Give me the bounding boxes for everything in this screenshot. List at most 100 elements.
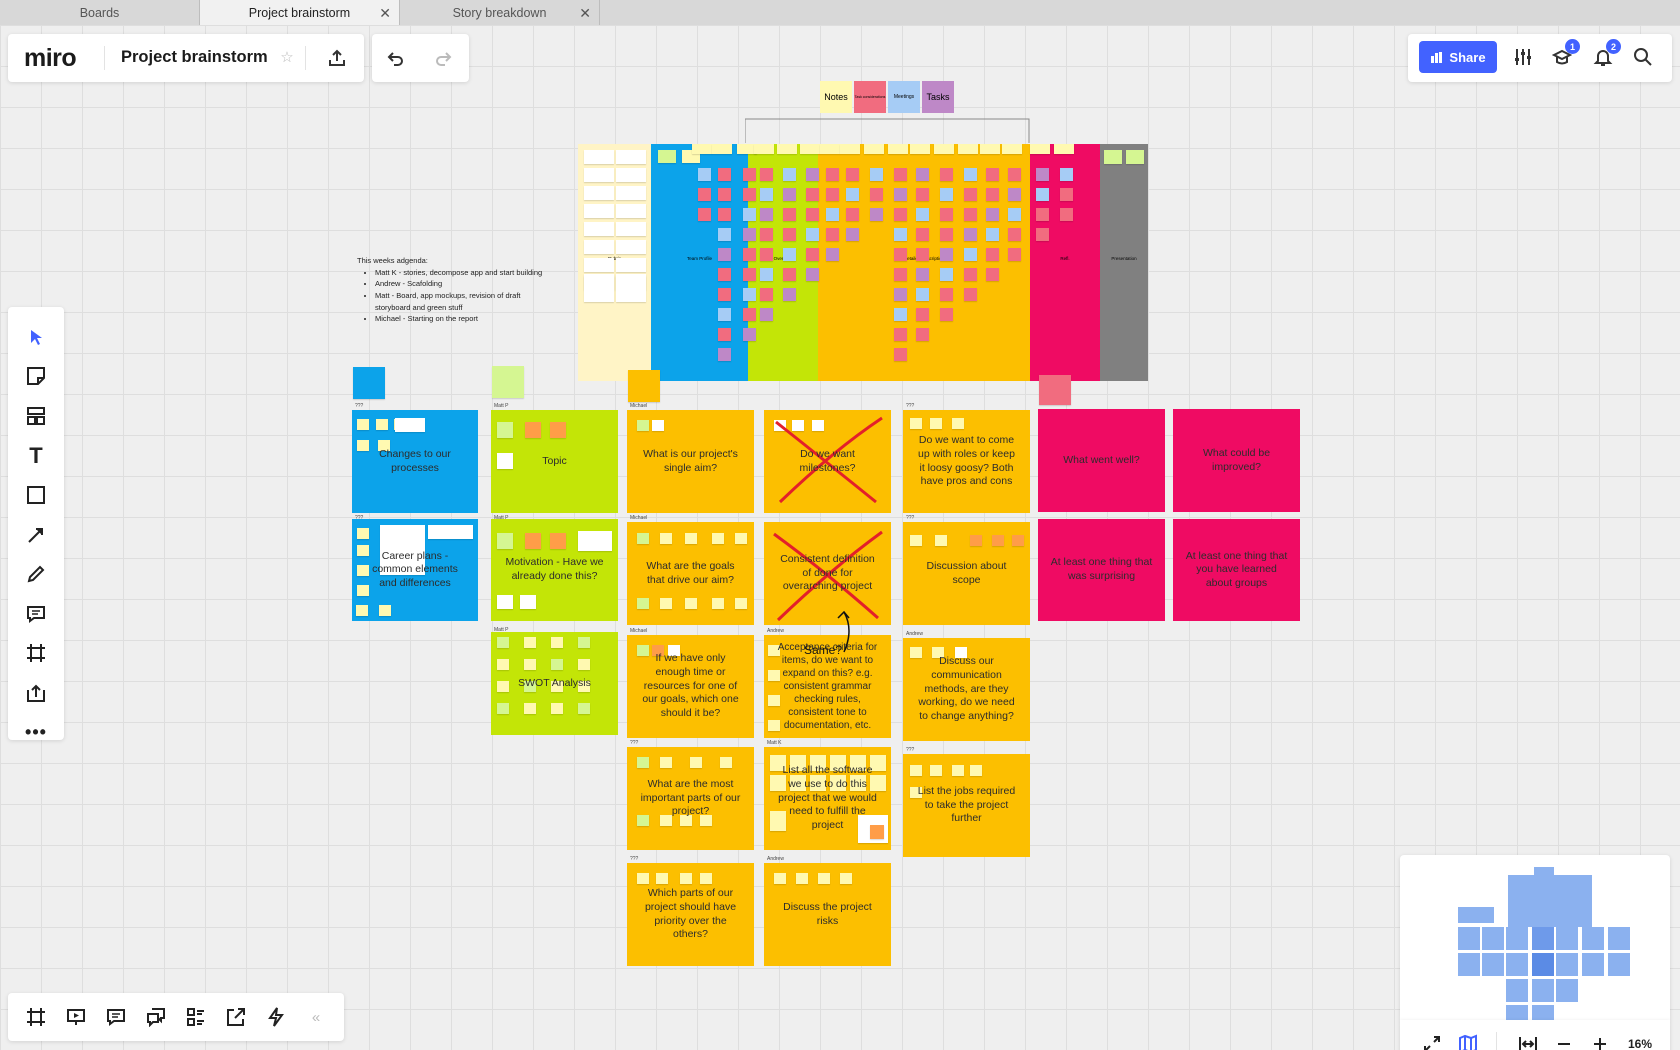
sticky-note[interactable] xyxy=(680,873,692,884)
sticky-note[interactable] xyxy=(497,637,509,648)
sticky-note[interactable] xyxy=(524,637,536,648)
sticky-note[interactable] xyxy=(428,525,473,539)
card-list-icon[interactable] xyxy=(184,1005,208,1029)
sticky-note[interactable] xyxy=(357,419,369,430)
sticky-note[interactable] xyxy=(578,531,612,551)
zoom-level[interactable]: 16% xyxy=(1628,1037,1652,1050)
minimap-block xyxy=(1458,907,1494,923)
sticky-note[interactable] xyxy=(497,595,513,609)
sticky-note[interactable] xyxy=(656,873,668,884)
sticky-note[interactable] xyxy=(525,422,541,438)
sticky-note[interactable] xyxy=(910,535,922,546)
sticky-note[interactable] xyxy=(660,533,672,544)
sticky-note[interactable] xyxy=(357,528,369,539)
minimap-block xyxy=(1534,867,1554,877)
sticky-note[interactable] xyxy=(578,659,590,670)
close-icon[interactable]: ✕ xyxy=(379,5,391,22)
sticky-note[interactable] xyxy=(376,419,388,430)
sticky-note[interactable] xyxy=(735,598,747,609)
minimap-block xyxy=(1532,953,1554,976)
sticky-note[interactable] xyxy=(935,535,947,546)
sticky-note[interactable] xyxy=(637,533,649,544)
sticky-note[interactable] xyxy=(952,418,964,429)
sticky-note[interactable] xyxy=(840,873,852,884)
sticky-note[interactable] xyxy=(774,873,786,884)
presentation-icon[interactable] xyxy=(64,1005,88,1029)
sticky-note[interactable] xyxy=(550,422,566,438)
minimap-block xyxy=(1506,927,1528,950)
sticky-note[interactable] xyxy=(992,535,1004,546)
sticky-note[interactable] xyxy=(637,420,649,431)
sticky-note[interactable] xyxy=(970,535,982,546)
minimap-block xyxy=(1508,875,1592,927)
sticky-note[interactable] xyxy=(712,598,724,609)
frame-label: Consistent definition of done for overar… xyxy=(780,553,875,593)
sticky-note[interactable] xyxy=(685,533,697,544)
sticky-note[interactable] xyxy=(520,595,536,609)
sticky-note[interactable] xyxy=(685,598,697,609)
lightning-icon[interactable] xyxy=(264,1005,288,1029)
sticky-note[interactable] xyxy=(952,765,964,776)
tab-label: Boards xyxy=(79,5,120,20)
sticky-note[interactable] xyxy=(652,420,664,431)
sticky-note[interactable] xyxy=(637,873,649,884)
sticky-note[interactable] xyxy=(910,418,922,429)
board-canvas[interactable]: miro Project brainstorm ☆ Share 1 2 T ••… xyxy=(0,25,1680,1050)
sticky-note[interactable] xyxy=(524,703,536,714)
sticky-note[interactable] xyxy=(551,703,563,714)
sticky-note[interactable] xyxy=(497,453,513,469)
chat-icon[interactable] xyxy=(144,1005,168,1029)
tab-story-breakdown[interactable]: Story breakdown ✕ xyxy=(400,0,600,25)
sticky-note[interactable] xyxy=(637,598,649,609)
sticky-note[interactable] xyxy=(578,703,590,714)
fit-width-icon[interactable] xyxy=(1516,1032,1540,1050)
zoom-in-icon[interactable] xyxy=(1588,1032,1612,1050)
frame-label: What could be improved? xyxy=(1202,446,1271,473)
sticky-note[interactable] xyxy=(930,418,942,429)
tab-project-brainstorm[interactable]: Project brainstorm ✕ xyxy=(200,0,400,25)
zoom-out-icon[interactable] xyxy=(1552,1032,1576,1050)
sticky-note[interactable] xyxy=(700,873,712,884)
sticky-note[interactable] xyxy=(910,765,922,776)
sticky-note[interactable] xyxy=(497,681,509,692)
sticky-note[interactable] xyxy=(497,533,513,549)
fit-screen-icon[interactable] xyxy=(1420,1032,1444,1050)
map-icon[interactable] xyxy=(1456,1032,1480,1050)
sticky-note[interactable] xyxy=(551,637,563,648)
minimap[interactable] xyxy=(1400,855,1670,1028)
sticky-note[interactable] xyxy=(379,605,391,616)
sticky-note[interactable] xyxy=(712,533,724,544)
sticky-note[interactable] xyxy=(660,757,672,768)
frames-list-icon[interactable] xyxy=(24,1005,48,1029)
minimap-block xyxy=(1532,979,1554,1002)
collapse-chevrons-icon[interactable]: « xyxy=(304,1005,328,1029)
close-icon[interactable]: ✕ xyxy=(579,5,591,22)
sticky-note[interactable] xyxy=(930,765,942,776)
comments-icon[interactable] xyxy=(104,1005,128,1029)
sticky-note[interactable] xyxy=(525,533,541,549)
sticky-note[interactable] xyxy=(497,422,513,438)
sticky-note[interactable] xyxy=(395,418,425,432)
sticky-note[interactable] xyxy=(551,659,563,670)
sticky-note[interactable] xyxy=(497,703,509,714)
sticky-note[interactable] xyxy=(497,659,509,670)
sticky-note[interactable] xyxy=(550,533,566,549)
tab-boards[interactable]: Boards xyxy=(0,0,200,25)
share-screen-icon[interactable] xyxy=(224,1005,248,1029)
minimap-block xyxy=(1482,927,1504,950)
sticky-note[interactable] xyxy=(524,659,536,670)
sticky-note[interactable] xyxy=(818,873,830,884)
frame-label: List all the software we use to do this … xyxy=(778,764,877,831)
sticky-note[interactable] xyxy=(796,873,808,884)
sticky-note[interactable] xyxy=(1012,535,1024,546)
sticky-note[interactable] xyxy=(690,757,702,768)
sticky-note[interactable] xyxy=(735,533,747,544)
sticky-note[interactable] xyxy=(660,598,672,609)
tab-bar: Boards Project brainstorm ✕ Story breakd… xyxy=(0,0,1680,25)
sticky-note[interactable] xyxy=(970,765,982,776)
frame-label: List the jobs required to take the proje… xyxy=(917,785,1016,825)
sticky-note[interactable] xyxy=(578,637,590,648)
sticky-note[interactable] xyxy=(356,605,368,616)
sticky-note[interactable] xyxy=(720,757,732,768)
sticky-note[interactable] xyxy=(637,757,649,768)
